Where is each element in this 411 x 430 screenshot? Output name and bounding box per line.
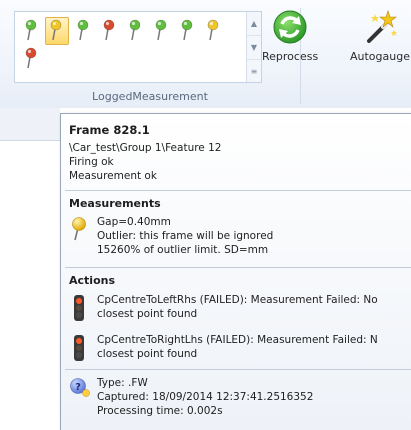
pin-item[interactable] xyxy=(21,18,41,42)
reprocess-button[interactable]: Reprocess xyxy=(262,8,318,63)
frame-tooltip: Frame 828.1 \Car_test\Group 1\Feature 12… xyxy=(60,113,411,430)
action-text: CpCentreToRightLhs (FAILED): Measurement… xyxy=(97,334,378,346)
map-pin-icon xyxy=(77,19,89,41)
map-pin-icon xyxy=(50,19,62,41)
scroll-down-icon[interactable]: ▼ xyxy=(247,36,261,60)
measurements-heading: Measurements xyxy=(69,197,161,210)
info-processing: Processing time: 0.002s xyxy=(97,405,223,417)
actions-heading: Actions xyxy=(69,274,115,287)
info-captured: Captured: 18/09/2014 12:37:41.2516352 xyxy=(97,391,314,403)
svg-text:?: ? xyxy=(75,382,81,393)
magic-wand-icon xyxy=(366,10,397,43)
map-pin-icon xyxy=(207,19,219,41)
pin-item[interactable] xyxy=(203,18,223,42)
action-text-cont: closest point found xyxy=(97,348,198,360)
group-label: LoggedMeasurement xyxy=(92,90,208,103)
pin-item[interactable] xyxy=(21,46,41,70)
pin-item[interactable] xyxy=(151,18,171,42)
divider xyxy=(65,190,411,191)
feature-path: \Car_test\Group 1\Feature 12 xyxy=(69,142,222,154)
workspace-strip xyxy=(0,108,60,141)
pin-item[interactable] xyxy=(45,17,69,45)
traffic-light-icon xyxy=(74,295,84,321)
pin-item[interactable] xyxy=(99,18,119,42)
divider xyxy=(65,267,411,268)
pin-item[interactable] xyxy=(125,18,145,42)
map-pin-icon xyxy=(155,19,167,41)
yellow-pin-icon xyxy=(72,217,86,241)
help-info-icon: ? xyxy=(70,378,90,397)
gallery-scrollbar[interactable]: ▲ ▼ ≡ xyxy=(246,12,261,82)
pin-item[interactable] xyxy=(177,18,197,42)
divider xyxy=(65,369,411,370)
map-pin-icon xyxy=(103,19,115,41)
tooltip-title: Frame 828.1 xyxy=(69,123,150,137)
map-pin-icon xyxy=(181,19,193,41)
scroll-up-icon[interactable]: ▲ xyxy=(247,12,261,36)
traffic-light-icon xyxy=(74,335,84,361)
map-pin-icon xyxy=(25,19,37,41)
gallery-expand-icon[interactable]: ≡ xyxy=(247,60,261,83)
pin-item[interactable] xyxy=(73,18,93,42)
ribbon: ▲ ▼ ≡ LoggedMeasurement Reprocess Autoga… xyxy=(0,0,411,109)
outlier-limit: 15260% of outlier limit. SD=mm xyxy=(97,244,269,256)
reprocess-icon xyxy=(273,10,307,44)
action-text-cont: closest point found xyxy=(97,308,198,320)
info-type: Type: .FW xyxy=(97,377,148,389)
reprocess-label: Reprocess xyxy=(262,50,319,63)
action-text: CpCentreToLeftRhs (FAILED): Measurement … xyxy=(97,294,378,306)
gap-value: Gap=0.40mm xyxy=(97,216,171,228)
measurement-status: Measurement ok xyxy=(69,170,157,182)
logged-measurement-gallery[interactable]: ▲ ▼ ≡ xyxy=(14,11,262,83)
map-pin-icon xyxy=(25,47,37,69)
autogauge-label: Autogauge xyxy=(350,50,410,63)
autogauge-button[interactable]: Autogauge xyxy=(350,8,410,63)
firing-status: Firing ok xyxy=(69,156,114,168)
map-pin-icon xyxy=(129,19,141,41)
outlier-note: Outlier: this frame will be ignored xyxy=(97,230,274,242)
